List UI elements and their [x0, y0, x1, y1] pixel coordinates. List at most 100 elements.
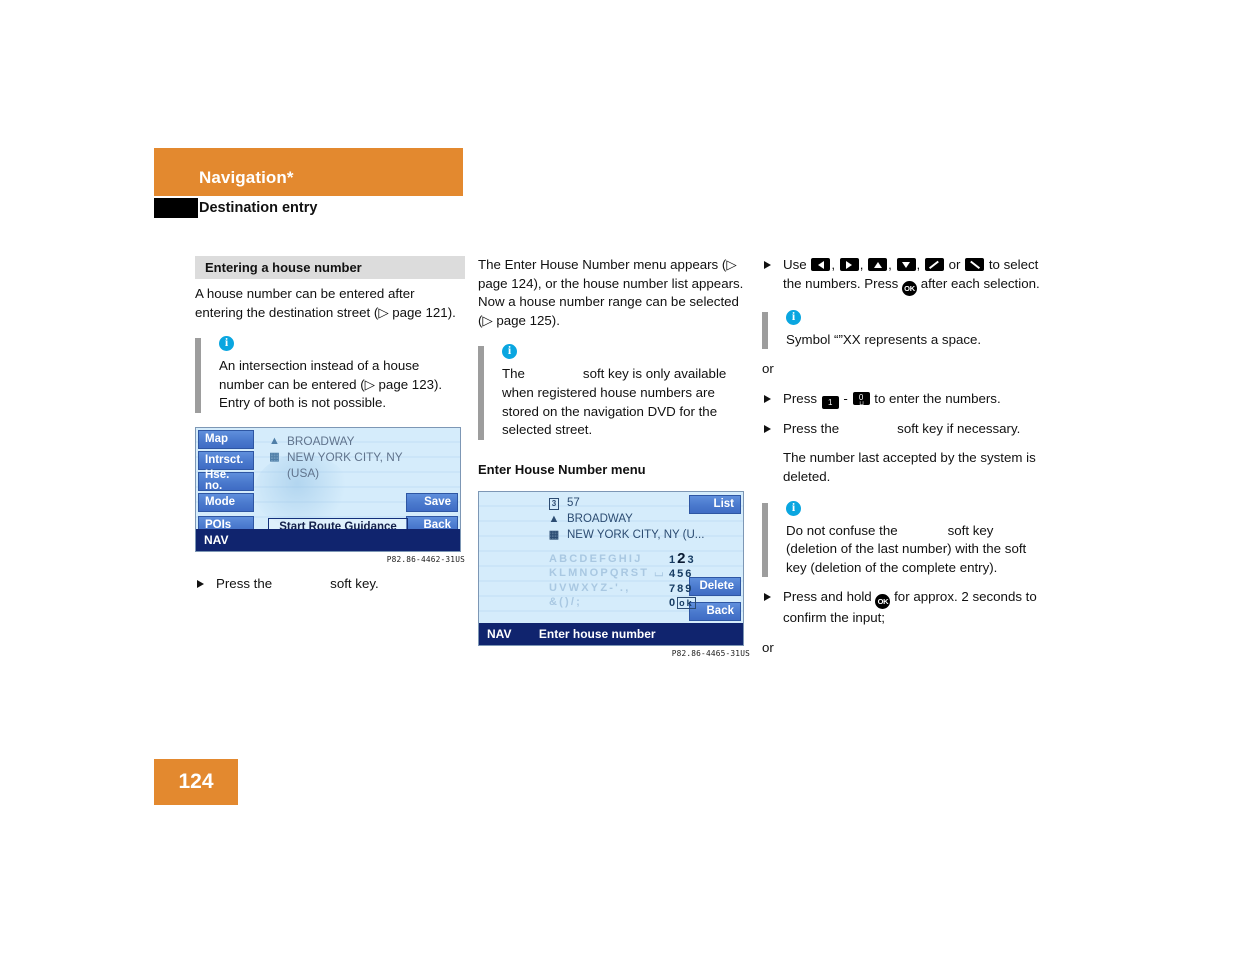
- page-number: 124: [154, 759, 238, 805]
- left-info-note-text: An intersection instead of a house numbe…: [219, 358, 443, 411]
- or-separator-2: or: [762, 639, 774, 655]
- info-icon: [786, 309, 801, 325]
- note-confuse-pre: Do not confuse the: [786, 522, 898, 538]
- middle-screenshot-figure: 3 57 ▲ BROADWAY ▦ NEW YORK CITY, NY (U..…: [478, 490, 750, 658]
- arrow-down-icon[interactable]: [896, 258, 916, 271]
- chapter-header-band: Navigation*: [154, 148, 463, 196]
- left-screenshot-figure: Map Intrsct. Hse. no. Mode POIs Save Bac…: [195, 426, 465, 564]
- ok-button-icon[interactable]: OK: [901, 280, 917, 296]
- charmap-row[interactable]: ABCDEFGHIJ: [549, 552, 665, 567]
- status-nav-label: NAV: [487, 626, 512, 641]
- right-column: Use , , , , or to to select the numbers.…: [762, 256, 1047, 658]
- number-pad[interactable]: 123 456 789 0 ok: [669, 550, 696, 611]
- middle-note-post: soft key is only available when register…: [502, 366, 727, 438]
- info-icon: [786, 500, 801, 516]
- number-key-1-icon[interactable]: 1: [821, 395, 839, 409]
- softkey-delete[interactable]: Delete: [689, 576, 741, 596]
- left-instruction-bullet: Press the soft key.: [195, 575, 465, 594]
- info-icon: [502, 343, 517, 360]
- numpad-row-1[interactable]: 123: [669, 550, 696, 568]
- softkey-mode[interactable]: Mode: [198, 492, 254, 512]
- use-keys-pre: Use: [783, 257, 807, 272]
- right-info-note-symbol: Symbol “”XX represents a space.: [762, 309, 1047, 350]
- city-marker-icon: ▦: [269, 450, 280, 463]
- middle-sub-heading: Enter House Number menu: [478, 461, 646, 477]
- status-center-text: Enter house number: [538, 626, 656, 641]
- house-number-box-label: 3: [548, 497, 560, 510]
- info-icon: [219, 335, 234, 352]
- character-map[interactable]: ABCDEFGHIJ KLMNOPQRST ⌴ UVWXYZ-'., &()/;: [549, 552, 665, 610]
- house-street: BROADWAY: [567, 512, 633, 525]
- left-instruction-pre: Press the: [216, 575, 273, 591]
- section-marker-square: [154, 198, 198, 218]
- slash-up-icon[interactable]: [924, 258, 944, 271]
- deleted-explanation: The number last accepted by the system i…: [783, 450, 1036, 484]
- ok-button-icon[interactable]: OK: [875, 594, 891, 610]
- left-instruction-post: soft key.: [330, 575, 379, 591]
- softkey-map[interactable]: Map: [198, 429, 254, 449]
- house-city: NEW YORK CITY, NY (U...: [567, 528, 705, 541]
- middle-note-pre: The: [502, 366, 525, 382]
- chapter-title: Navigation*: [199, 168, 294, 187]
- right-info-note-confuse: Do not confuse thesoft key (deletion of …: [762, 500, 1047, 578]
- screen-status-bar: NAV: [196, 528, 460, 551]
- enter-house-number-screen: 3 57 ▲ BROADWAY ▦ NEW YORK CITY, NY (U..…: [478, 490, 744, 646]
- right-note-confuse-text: Do not confuse the soft key (deletion of …: [786, 522, 1047, 578]
- section-title: Destination entry: [199, 200, 318, 216]
- charmap-row[interactable]: &()/;: [549, 595, 665, 610]
- softkey-save[interactable]: Save: [406, 492, 458, 512]
- charmap-row[interactable]: KLMNOPQRST ⌴: [549, 566, 665, 581]
- left-info-note: An intersection instead of a house numbe…: [195, 335, 465, 413]
- middle-info-note: Thesoft key is only available when regis…: [478, 343, 750, 441]
- address-country: (USA): [287, 465, 320, 480]
- numpad-selected-digit[interactable]: 2: [677, 550, 687, 567]
- number-key-0-icon[interactable]: 0 ⊔: [852, 391, 870, 407]
- address-city: NEW YORK CITY, NY: [287, 449, 403, 464]
- press-softkey-post: soft key if necessary.: [897, 420, 1021, 436]
- street-marker-icon: ▲: [269, 434, 280, 447]
- middle-info-note-text: The soft key is only available when regis…: [502, 365, 750, 439]
- nav-destination-screen: Map Intrsct. Hse. no. Mode POIs Save Bac…: [195, 426, 461, 552]
- screen-status-bar: NAV Enter house number: [479, 622, 743, 645]
- city-marker-icon: ▦: [548, 528, 560, 541]
- arrow-left-icon[interactable]: [811, 258, 831, 271]
- charmap-row[interactable]: UVWXYZ-'.,: [549, 581, 665, 596]
- press-numbers-bullet: Press 1 - 0 ⊔ to enter the numbers.: [762, 390, 1047, 409]
- house-number-glyph-icon: 3: [547, 495, 561, 511]
- slash-down-icon[interactable]: [965, 258, 985, 271]
- softkey-list[interactable]: List: [689, 494, 741, 514]
- street-marker-icon: ▲: [548, 512, 560, 525]
- left-column: Entering a house number A house number c…: [195, 256, 465, 594]
- destination-address: ▲ BROADWAY ▦ NEW YORK CITY, NY (USA): [268, 433, 403, 481]
- press-numbers-dash: -: [843, 390, 848, 406]
- press-hold-pre: Press and hold: [783, 589, 872, 605]
- press-hold-bullet: Press and hold OK for approx. 2 seconds …: [762, 588, 1047, 628]
- or-separator-1: or: [762, 361, 774, 377]
- middle-figure-caption: P82.86-4465-31US: [671, 648, 750, 658]
- softkey-intrsct[interactable]: Intrsct.: [198, 450, 254, 470]
- press-numbers-post: to enter the numbers.: [874, 390, 1001, 406]
- numpad-row-4[interactable]: 0 ok: [669, 596, 696, 611]
- numpad-row-3[interactable]: 789: [669, 582, 696, 597]
- softkey-hse-no[interactable]: Hse. no.: [198, 469, 254, 492]
- softkey-back[interactable]: Back: [689, 601, 741, 621]
- right-note-symbol-text: Symbol “”XX represents a space.: [786, 331, 982, 347]
- middle-column: The Enter House Number menu appears (▷ p…: [478, 256, 750, 658]
- middle-paragraph: The Enter House Number menu appears (▷ p…: [478, 257, 744, 328]
- arrow-up-icon[interactable]: [868, 258, 888, 271]
- numpad-row-2[interactable]: 456: [669, 567, 696, 582]
- arrow-right-icon[interactable]: [839, 258, 859, 271]
- status-nav-label: NAV: [204, 532, 229, 547]
- press-softkey-pre: Press the: [783, 420, 840, 436]
- use-keys-tail: after each selection.: [920, 275, 1040, 291]
- left-intro-paragraph: A house number can be entered after ente…: [195, 286, 456, 320]
- address-street: BROADWAY: [287, 433, 355, 448]
- press-numbers-pre: Press: [783, 390, 817, 406]
- press-softkey-bullet: Press the soft key if necessary.: [762, 420, 1047, 439]
- left-figure-caption: P82.86-4462-31US: [386, 554, 465, 564]
- house-number-header: 3 57 ▲ BROADWAY ▦ NEW YORK CITY, NY (U..…: [547, 495, 705, 543]
- house-number-value: 57: [567, 496, 580, 509]
- left-section-heading: Entering a house number: [195, 256, 465, 279]
- use-keys-bullet: Use , , , , or to to select the numbers.…: [762, 256, 1047, 296]
- numpad-ok-cell[interactable]: ok: [677, 597, 696, 610]
